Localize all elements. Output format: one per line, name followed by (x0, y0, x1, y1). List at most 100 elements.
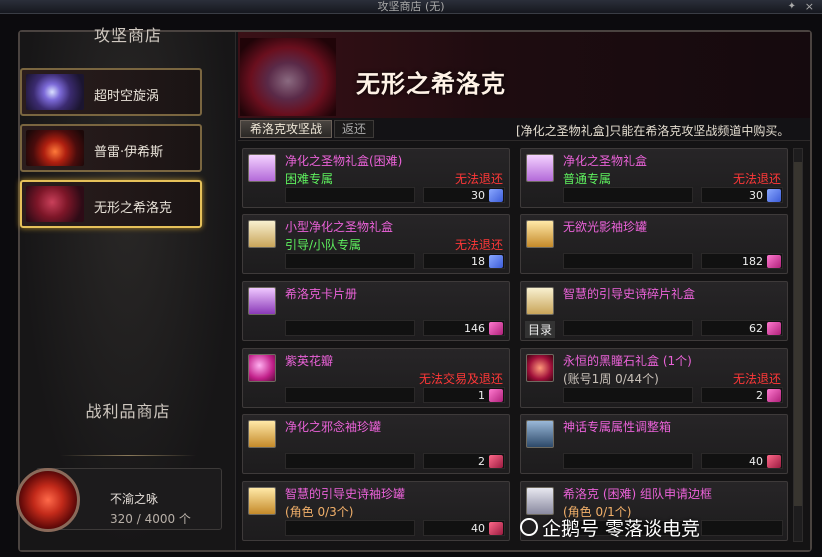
window-title: 攻坚商店 (无) (377, 0, 445, 13)
trophy-currency-name: 不渝之咏 (110, 492, 159, 506)
item-info-bar (285, 187, 415, 203)
currency-icon (489, 522, 503, 535)
trophy-emblem-icon (16, 468, 80, 532)
trophy-title-divider (60, 455, 196, 456)
small-relic-box-icon (248, 220, 276, 248)
item-price: 2 (478, 455, 485, 468)
item-price: 40 (749, 455, 763, 468)
currency-icon (767, 189, 781, 202)
item-subtitle: (角色 0/3个) (285, 505, 354, 519)
item-price-bar (701, 520, 783, 536)
shop-item[interactable]: 小型净化之圣物礼盒 引导/小队专属 无法退还 18 (242, 214, 510, 274)
item-price: 62 (749, 322, 763, 335)
currency-icon (767, 389, 781, 402)
item-info-bar (285, 320, 415, 336)
item-name: 紫英花瓣 (285, 354, 334, 368)
item-info-bar (285, 387, 415, 403)
item-info-bar (285, 253, 415, 269)
item-warning: 无法退还 (732, 172, 781, 186)
pocket-jar-icon (526, 220, 554, 248)
currency-icon (489, 189, 503, 202)
window-titlebar: 攻坚商店 (无) ✦ × (0, 0, 822, 14)
currency-icon (489, 255, 503, 268)
item-price: 18 (471, 255, 485, 268)
item-price: 1 (478, 389, 485, 402)
black-pupil-stone-icon (526, 354, 554, 382)
shop-item[interactable]: 净化之圣物礼盒 普通专属 无法退还 30 (520, 148, 788, 208)
shop-item[interactable]: 净化之邪念袖珍罐 2 (242, 414, 510, 474)
item-subtitle: 困难专属 (285, 172, 334, 186)
trophy-shop-title: 战利品商店 (85, 402, 171, 421)
nav-label: 普雷·伊希斯 (94, 145, 164, 160)
tab-hilloc-raid[interactable]: 希洛克攻坚战 (240, 120, 332, 138)
item-name: 永恒的黑瞳石礼盒 (1个) (563, 354, 692, 368)
currency-icon (489, 455, 503, 468)
item-price: 2 (756, 389, 763, 402)
shop-item[interactable]: 紫英花瓣无法交易及退还 1 (242, 348, 510, 408)
item-name: 净化之圣物礼盒 (563, 154, 648, 168)
item-subtitle: (账号1周 0/44个) (563, 372, 659, 386)
petal-icon (248, 354, 276, 382)
item-name: 小型净化之圣物礼盒 (285, 220, 394, 234)
watermark-text: 企鹅号 零落谈电竞 (542, 518, 701, 540)
item-name: 无欲光影袖珍罐 (563, 220, 648, 234)
item-info-bar (285, 453, 415, 469)
relic-box-icon (248, 154, 276, 182)
currency-icon (489, 389, 503, 402)
nav-isis[interactable]: 普雷·伊希斯 (20, 124, 202, 172)
item-warning: 无法退还 (454, 172, 503, 186)
shop-item[interactable]: 神话专属属性调整箱 40 (520, 414, 788, 474)
trophy-currency-count: 320 / 4000 个 (110, 512, 191, 526)
relic-box-icon (526, 154, 554, 182)
currency-icon (767, 322, 781, 335)
item-name: 智慧的引导史诗袖珍罐 (285, 487, 406, 501)
boss-portrait (240, 38, 336, 116)
nav-vortex[interactable]: 超时空旋涡 (20, 68, 202, 116)
myth-chest-icon (526, 420, 554, 448)
item-info-bar (563, 187, 693, 203)
item-name: 净化之圣物礼盒(困难) (285, 154, 403, 168)
tab-refund[interactable]: 返还 (334, 120, 374, 138)
item-price: 30 (749, 189, 763, 202)
epic-shard-box-icon (526, 287, 554, 315)
currency-icon (767, 255, 781, 268)
nav-label: 超时空旋涡 (94, 89, 160, 104)
shop-title: 攻坚商店 (93, 26, 162, 45)
item-name: 希洛克卡片册 (285, 287, 358, 301)
epic-jar-icon (248, 487, 276, 515)
item-price: 30 (471, 189, 485, 202)
item-info-bar (285, 520, 415, 536)
nav-label: 无形之希洛克 (94, 201, 173, 216)
hilloc-icon (26, 186, 84, 222)
item-name: 希洛克 (困难) 组队申请边框 (563, 487, 712, 501)
scrollbar-thumb[interactable] (794, 162, 802, 506)
item-price: 146 (464, 322, 485, 335)
item-name: 智慧的引导史诗碎片礼盒 (563, 287, 696, 301)
shop-item[interactable]: 无欲光影袖珍罐 182 (520, 214, 788, 274)
item-subtitle: 引导/小队专属 (285, 238, 362, 252)
pin-icon[interactable]: ✦ (788, 0, 796, 13)
item-info-bar (563, 253, 693, 269)
item-info-bar (563, 453, 693, 469)
item-warning: 无法退还 (454, 238, 503, 252)
shop-item[interactable]: 希洛克卡片册 146 (242, 281, 510, 341)
nav-hilloc[interactable]: 无形之希洛克 (20, 180, 202, 228)
item-warning: 无法交易及退还 (418, 372, 503, 386)
currency-icon (489, 322, 503, 335)
catalog-button[interactable]: 目录 (525, 321, 556, 338)
vortex-icon (26, 74, 84, 110)
watermark-logo-icon (520, 518, 538, 536)
purchase-notice: [净化之圣物礼盒]只能在希洛克攻坚战频道中购买。 (516, 124, 790, 138)
item-price: 40 (471, 522, 485, 535)
shop-item[interactable]: 智慧的引导史诗袖珍罐 (角色 0/3个) 40 (242, 481, 510, 541)
item-info-bar (563, 320, 693, 336)
close-icon[interactable]: × (805, 0, 814, 13)
item-info-bar (563, 387, 693, 403)
item-name: 净化之邪念袖珍罐 (285, 420, 382, 434)
shop-item[interactable]: 净化之圣物礼盒(困难) 困难专属 无法退还 30 (242, 148, 510, 208)
item-price: 182 (742, 255, 763, 268)
shop-item[interactable]: 智慧的引导史诗碎片礼盒 62 目录 (520, 281, 788, 341)
shop-item[interactable]: 永恒的黑瞳石礼盒 (1个) (账号1周 0/44个) 无法退还 2 (520, 348, 788, 408)
item-subtitle: 普通专属 (563, 172, 612, 186)
isis-icon (26, 130, 84, 166)
